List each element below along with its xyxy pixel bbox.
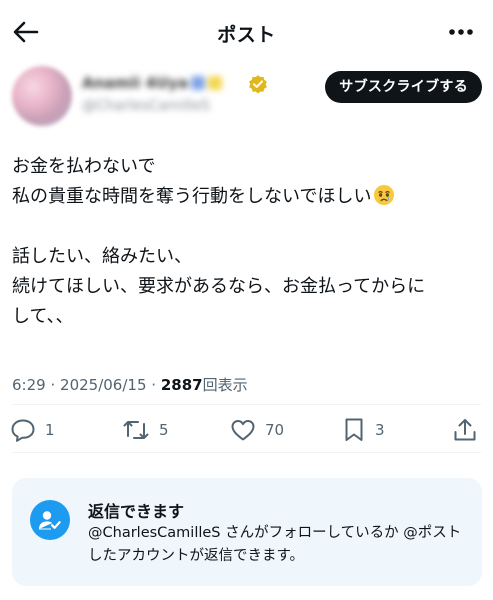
bookmark-count: 3 <box>375 421 385 439</box>
views-count[interactable]: 2887 <box>161 376 203 394</box>
tweet-line: 続けてほしい、要求があるなら、お金払ってからに <box>12 276 426 297</box>
repost-icon <box>123 421 149 439</box>
divider <box>12 404 481 405</box>
subscribe-button[interactable]: サブスクライブする <box>325 71 482 103</box>
more-options-button[interactable] <box>445 18 477 46</box>
views-label: 回表示 <box>202 376 248 394</box>
reply-count: 1 <box>45 421 55 439</box>
meta-separator: · <box>151 376 157 394</box>
more-dots-icon <box>449 29 473 35</box>
top-bar: ポスト <box>0 0 493 64</box>
author-row: Anamii 4Uya @CharlesCamilleS サブスクライブする <box>12 66 482 126</box>
repost-count: 5 <box>159 421 169 439</box>
notice-text: @CharlesCamilleS さんがフォローしているか @ポストしたアカウン… <box>88 525 462 564</box>
share-button[interactable] <box>452 414 478 446</box>
tweet-time[interactable]: 6:29 <box>12 376 46 394</box>
like-count: 70 <box>265 421 285 439</box>
face-holding-back-tears-icon <box>374 185 395 205</box>
avatar[interactable] <box>12 66 72 126</box>
bookmark-button[interactable]: 3 <box>342 414 385 446</box>
tweet-meta: 6:29 · 2025/06/15 · 2887回表示 <box>12 374 248 395</box>
author-handle[interactable]: @CharlesCamilleS <box>82 98 210 114</box>
page-title: ポスト <box>217 24 276 46</box>
verified-badge-icon <box>249 75 267 94</box>
reply-icon <box>11 419 35 442</box>
reply-restriction-notice: 返信できます @CharlesCamilleS さんがフォローしているか @ポス… <box>12 478 482 586</box>
tweet-line: して、、 <box>12 306 74 327</box>
notice-title: 返信できます <box>88 502 185 521</box>
tweet-line: 私の貴重な時間を奪う行動をしないでほしい <box>12 182 484 212</box>
action-bar: 1 5 70 3 <box>10 414 482 446</box>
tweet-text: お金を払わないで 私の貴重な時間を奪う行動をしないでほしい 話したい、絡みたい、… <box>12 152 484 332</box>
tweet-line <box>12 212 484 242</box>
tweet-line: お金を払わないで <box>12 156 156 177</box>
tweet-line: 話したい、絡みたい、 <box>12 246 192 267</box>
repost-button[interactable]: 5 <box>122 414 169 446</box>
divider <box>12 452 481 453</box>
user-check-icon <box>30 500 70 540</box>
heart-icon <box>231 420 255 441</box>
like-button[interactable]: 70 <box>230 414 284 446</box>
share-icon <box>454 419 476 441</box>
meta-separator: · <box>50 376 56 394</box>
bookmark-icon <box>345 418 363 441</box>
tweet-date[interactable]: 2025/06/15 <box>60 376 146 394</box>
reply-button[interactable]: 1 <box>10 414 55 446</box>
author-name[interactable]: Anamii 4Uya <box>82 74 223 92</box>
